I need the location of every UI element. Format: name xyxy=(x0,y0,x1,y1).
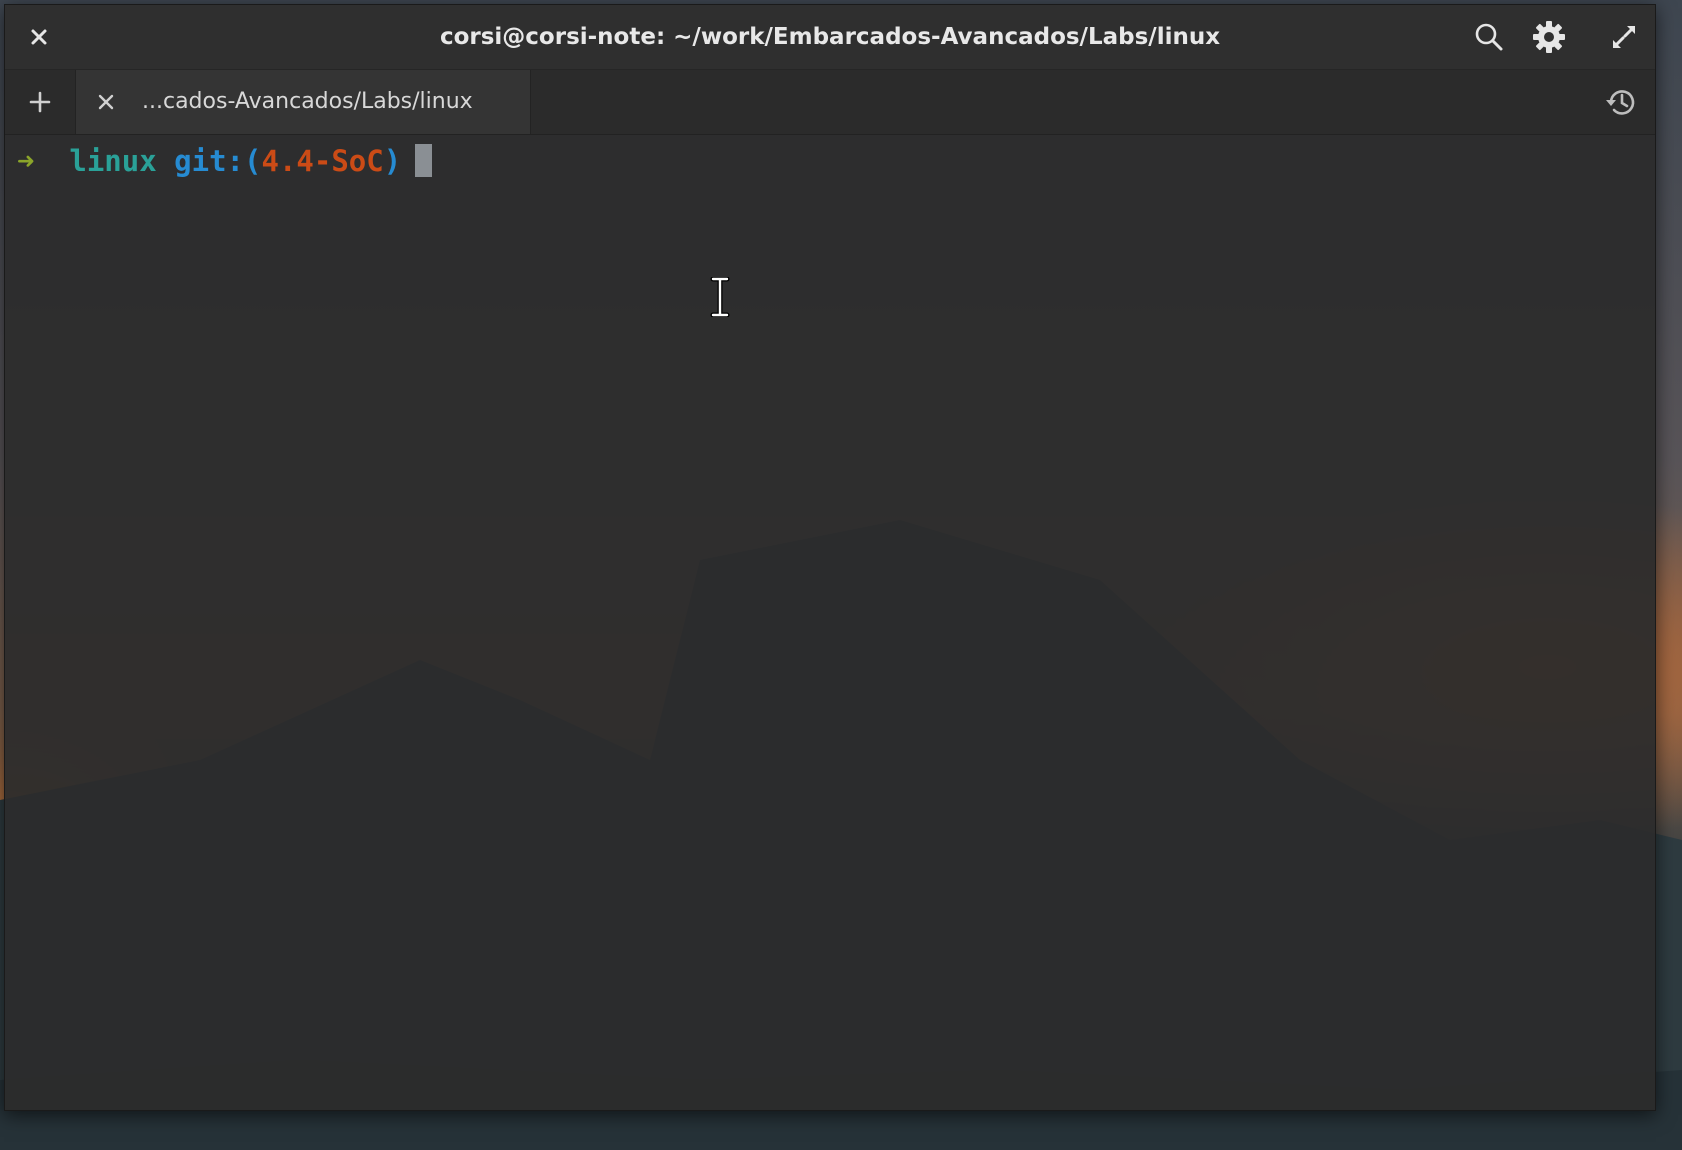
fullscreen-button[interactable] xyxy=(1606,19,1642,55)
new-tab-button[interactable] xyxy=(5,70,76,134)
prompt-git-suffix: ) xyxy=(383,144,402,178)
gear-icon xyxy=(1533,21,1565,53)
terminal-area[interactable]: ➜ linux git:(4.4-SoC) xyxy=(5,135,1655,1110)
title-bar: corsi@corsi-note: ~/work/Embarcados-Avan… xyxy=(5,5,1655,70)
tab-label: ...cados-Avancados/Labs/linux xyxy=(142,89,473,114)
search-icon xyxy=(1475,23,1503,51)
close-window-button[interactable] xyxy=(21,19,57,55)
plus-icon xyxy=(29,91,51,113)
prompt-line: ➜ linux git:(4.4-SoC) xyxy=(17,139,433,183)
close-icon xyxy=(31,29,47,45)
tab-history-button[interactable] xyxy=(1603,84,1639,120)
text-cursor xyxy=(415,144,433,177)
prompt-directory: linux xyxy=(69,144,157,178)
tab-close-button[interactable] xyxy=(88,84,124,120)
search-button[interactable] xyxy=(1471,19,1507,55)
ibeam-cursor-icon xyxy=(710,277,730,317)
history-icon xyxy=(1606,90,1635,115)
terminal-window: corsi@corsi-note: ~/work/Embarcados-Avan… xyxy=(4,4,1656,1111)
prompt-git-branch: 4.4-SoC xyxy=(261,144,384,178)
prompt-arrow: ➜ xyxy=(17,144,35,178)
prompt-git-prefix: git:( xyxy=(174,144,262,178)
close-icon xyxy=(98,94,114,110)
settings-button[interactable] xyxy=(1531,19,1567,55)
fullscreen-icon xyxy=(1613,26,1635,48)
tab-bar: ...cados-Avancados/Labs/linux xyxy=(5,70,1655,135)
window-title: corsi@corsi-note: ~/work/Embarcados-Avan… xyxy=(439,24,1221,50)
tab-linux[interactable]: ...cados-Avancados/Labs/linux xyxy=(76,70,531,134)
